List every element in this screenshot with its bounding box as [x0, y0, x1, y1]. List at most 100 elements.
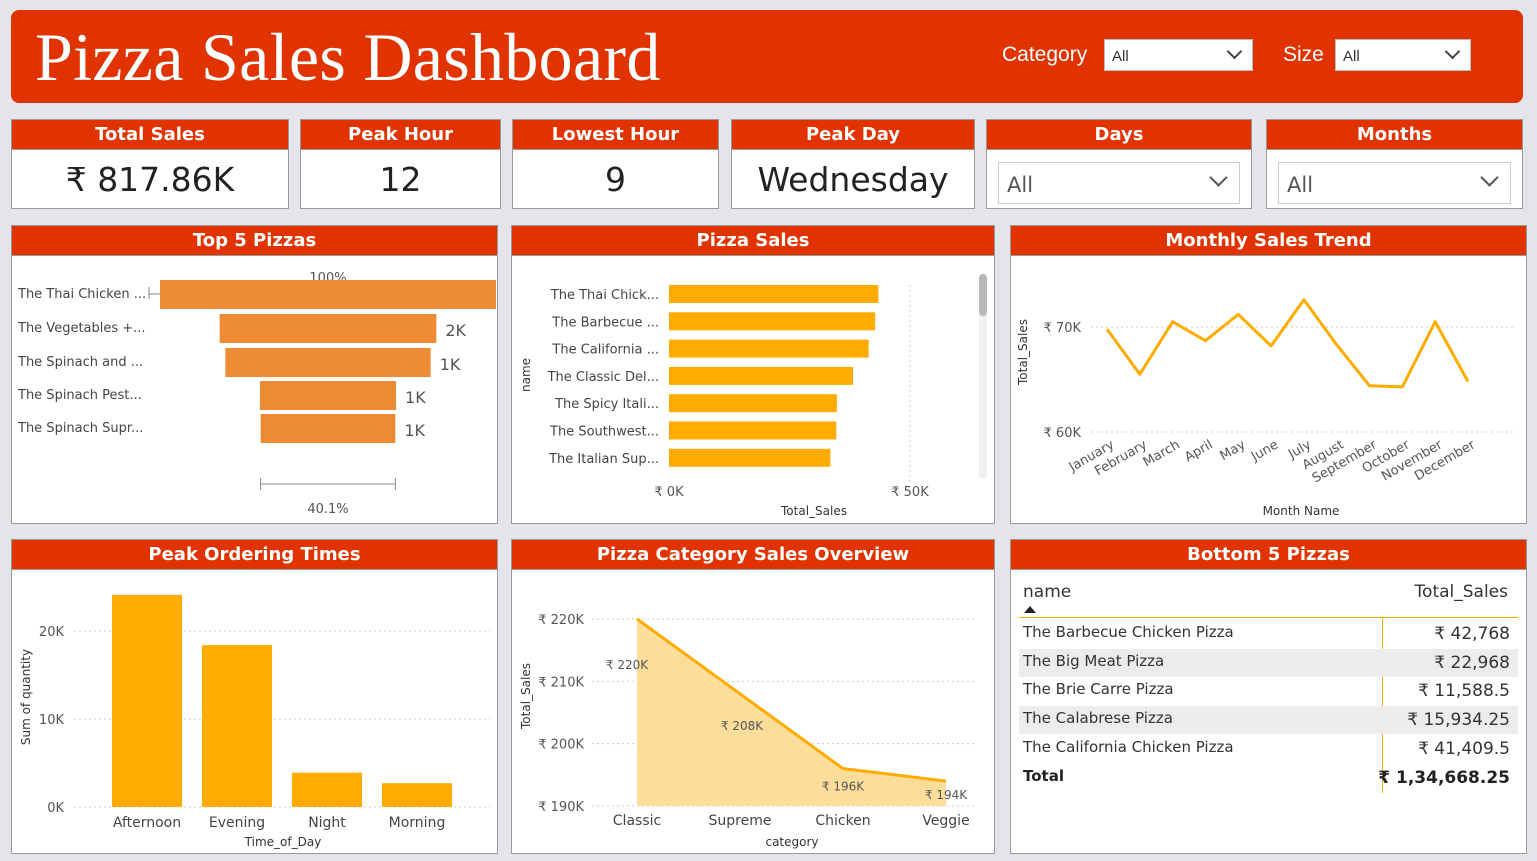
sales-bar [669, 366, 854, 385]
sales-category-label: The Italian Sup... [548, 452, 659, 467]
x-axis-label: Month Name [1263, 504, 1340, 518]
time-of-day-bar [202, 645, 272, 807]
peak-times-title: Peak Ordering Times [12, 540, 497, 570]
table-row[interactable]: The Barbecue Chicken Pizza ₹ 42,768 [1019, 620, 1518, 648]
kpi-total-sales-value: ₹ 817.86K [65, 160, 235, 199]
sales-category-label: The Barbecue ... [551, 315, 659, 330]
category-area-chart[interactable]: ₹ 190K ₹ 200K ₹ 210K ₹ 220K ₹ 220K Classic ₹ 2… [512, 571, 994, 853]
kpi-lowest-hour-value: 9 [605, 160, 626, 199]
funnel-bar [260, 414, 396, 443]
pizza-sales-bar-chart[interactable]: The Thai Chick... The Barbecue ... The Cal… [512, 257, 994, 523]
sales-bar [669, 394, 837, 413]
size-dropdown-value: All [1343, 48, 1360, 65]
row-name: The Barbecue Chicken Pizza [1023, 623, 1234, 641]
category-overview-card: Pizza Category Sales Overview ₹ 190K ₹ 20… [511, 539, 995, 854]
chevron-down-icon [1209, 168, 1228, 187]
funnel-bar [259, 381, 397, 410]
y-tick-label: ₹ 200K [538, 738, 584, 753]
month-tick-label: March [1141, 437, 1183, 470]
y-tick-label: ₹ 60K [1044, 426, 1082, 441]
total-label: Total [1023, 767, 1064, 785]
funnel-data-label: 1K [405, 388, 426, 407]
x-axis-label: Time_of_Day [244, 835, 322, 849]
sales-bar [669, 339, 869, 358]
y-tick-label: ₹ 190K [538, 800, 584, 815]
y-axis-label: Sum of quantity [19, 649, 33, 745]
sales-area-fill [637, 619, 946, 806]
y-tick-label: ₹ 210K [538, 675, 584, 690]
bottom-percent-bracket [260, 478, 396, 490]
column-header-total-sales[interactable]: Total_Sales [1415, 582, 1508, 602]
table-row[interactable]: The California Chicken Pizza ₹ 41,409.5 [1019, 735, 1518, 763]
months-dropdown[interactable]: All [1278, 162, 1511, 204]
months-dropdown-value: All [1287, 173, 1314, 197]
days-dropdown[interactable]: All [998, 162, 1240, 204]
days-dropdown-value: All [1007, 173, 1034, 197]
kpi-peak-day-label: Peak Day [732, 120, 974, 150]
table-row[interactable]: The Big Meat Pizza ₹ 22,968 [1019, 648, 1518, 677]
kpi-peak-hour: Peak Hour 12 [300, 119, 501, 209]
category-dropdown[interactable]: All [1104, 39, 1253, 71]
funnel-category-label: The Spinach Supr... [17, 421, 143, 436]
y-axis-label: Total_Sales [519, 663, 533, 730]
x-axis-label: category [765, 835, 818, 849]
x-tick-label: Morning [389, 815, 446, 831]
category-overview-title: Pizza Category Sales Overview [512, 540, 994, 570]
row-total-sales: ₹ 42,768 [1434, 624, 1510, 644]
row-name: The California Chicken Pizza [1023, 737, 1234, 756]
area-data-label: ₹ 208K [721, 719, 764, 733]
x-tick-label: Evening [209, 815, 265, 831]
size-filter-label: Size [1283, 43, 1324, 66]
funnel-bar [219, 314, 437, 343]
row-name: The Calabrese Pizza [1023, 709, 1173, 728]
kpi-peak-hour-value: 12 [379, 160, 422, 199]
funnel-category-label: The Spinach Pest... [17, 388, 142, 403]
category-filter-label: Category [1002, 43, 1088, 66]
x-tick-label: Chicken [815, 813, 870, 829]
sales-category-label: The California ... [551, 343, 659, 358]
kpi-total-sales: Total Sales ₹ 817.86K [11, 119, 289, 209]
sales-category-label: The Classic Del... [547, 370, 659, 385]
column-header-name[interactable]: name [1023, 582, 1071, 602]
x-tick-label: Classic [613, 813, 661, 829]
y-tick-label: ₹ 220K [538, 613, 584, 628]
y-tick-label: 10K [39, 713, 65, 728]
months-slicer-label: Months [1267, 120, 1522, 150]
x-tick-label: ₹ 0K [654, 485, 684, 500]
days-slicer-label: Days [987, 120, 1251, 150]
total-value: ₹ 1,34,668.25 [1378, 768, 1510, 788]
sales-category-label: The Thai Chick... [550, 288, 659, 303]
size-dropdown[interactable]: All [1335, 39, 1471, 71]
sort-ascending-icon[interactable] [1024, 606, 1036, 613]
x-tick-label: Afternoon [113, 815, 181, 831]
time-of-day-bar [382, 783, 452, 807]
sales-category-label: The Southwest... [549, 425, 659, 440]
monthly-trend-title: Monthly Sales Trend [1011, 226, 1526, 256]
row-total-sales: ₹ 15,934.25 [1407, 710, 1510, 731]
table-row[interactable]: The Calabrese Pizza ₹ 15,934.25 [1019, 706, 1518, 735]
chevron-down-icon [1444, 43, 1461, 60]
row-total-sales: ₹ 41,409.5 [1418, 738, 1510, 759]
chevron-down-icon [1480, 168, 1499, 187]
dashboard-header: Pizza Sales Dashboard Category All Size … [11, 10, 1523, 103]
funnel-category-label: The Vegetables +... [17, 321, 146, 336]
sales-bar [669, 285, 879, 303]
pizza-sales-card: Pizza Sales The Thai Chick... The Barbecu… [511, 225, 995, 524]
page-title: Pizza Sales Dashboard [35, 19, 661, 95]
x-tick-label: Night [308, 815, 346, 831]
table-row[interactable]: The Brie Carre Pizza ₹ 11,588.5 [1019, 677, 1518, 705]
top5-funnel-chart[interactable]: 100%The Thai Chicken ...The Vegetables +… [12, 257, 497, 523]
bottom-percent-label: 40.1% [307, 502, 348, 517]
y-axis-label: Total_Sales [1016, 319, 1030, 386]
peak-times-column-chart[interactable]: 0K 10K 20K Afternoon Evening Night Morning Time… [12, 571, 497, 853]
monthly-trend-line-chart[interactable]: ₹ 70K₹ 60KJanuaryFebruaryMarch April May Ju… [1011, 257, 1526, 523]
bottom5-pizzas-card: Bottom 5 Pizzas name Total_Sales The Bar… [1010, 539, 1527, 854]
sales-bar [669, 312, 876, 331]
month-tick-label: June [1248, 437, 1281, 465]
time-of-day-bar [292, 772, 362, 807]
area-data-label: ₹ 194K [925, 788, 968, 802]
kpi-lowest-hour: Lowest Hour 9 [512, 119, 719, 209]
top5-pizzas-title: Top 5 Pizzas [12, 226, 497, 256]
monthly-trend-card: Monthly Sales Trend ₹ 70K ₹ 60K January Feb… [1010, 225, 1527, 524]
kpi-lowest-hour-label: Lowest Hour [513, 120, 718, 150]
